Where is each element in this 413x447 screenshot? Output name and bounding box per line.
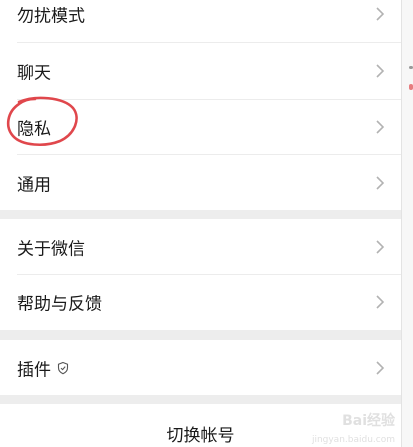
shield-icon xyxy=(57,361,69,374)
edge-mark xyxy=(409,66,413,69)
settings-group-general: 勿扰模式 聊天 隐私 通用 xyxy=(0,0,401,210)
settings-item-label: 帮助与反馈 xyxy=(17,294,102,315)
settings-item-plugins[interactable]: 插件 xyxy=(0,340,401,395)
settings-group-plugins: 插件 xyxy=(0,340,401,395)
settings-item-label: 隐私 xyxy=(17,119,51,140)
settings-screen: 勿扰模式 聊天 隐私 通用 关于微信 帮助与反馈 插件 切换帐号 Bai经验 j… xyxy=(0,0,401,447)
settings-group-about: 关于微信 帮助与反馈 xyxy=(0,219,401,330)
settings-item-help-feedback[interactable]: 帮助与反馈 xyxy=(0,274,401,330)
edge-mark xyxy=(409,84,413,90)
chevron-right-icon xyxy=(376,7,385,21)
settings-item-about-wechat[interactable]: 关于微信 xyxy=(0,219,401,275)
chevron-right-icon xyxy=(376,240,385,254)
chevron-right-icon xyxy=(376,64,385,78)
settings-item-label: 聊天 xyxy=(17,63,51,84)
chevron-right-icon xyxy=(376,120,385,134)
settings-item-label: 勿扰模式 xyxy=(17,6,85,27)
settings-item-do-not-disturb[interactable]: 勿扰模式 xyxy=(0,0,401,42)
settings-item-chat[interactable]: 聊天 xyxy=(0,43,401,99)
chevron-right-icon xyxy=(376,360,385,375)
chevron-right-icon xyxy=(376,295,385,309)
settings-item-label: 关于微信 xyxy=(17,239,85,260)
settings-item-privacy[interactable]: 隐私 xyxy=(0,99,401,155)
chevron-right-icon xyxy=(376,176,385,190)
settings-item-label: 插件 xyxy=(17,360,51,380)
settings-item-general[interactable]: 通用 xyxy=(0,155,401,211)
settings-item-label: 通用 xyxy=(17,175,51,196)
switch-account-button[interactable]: 切换帐号 xyxy=(0,421,401,446)
